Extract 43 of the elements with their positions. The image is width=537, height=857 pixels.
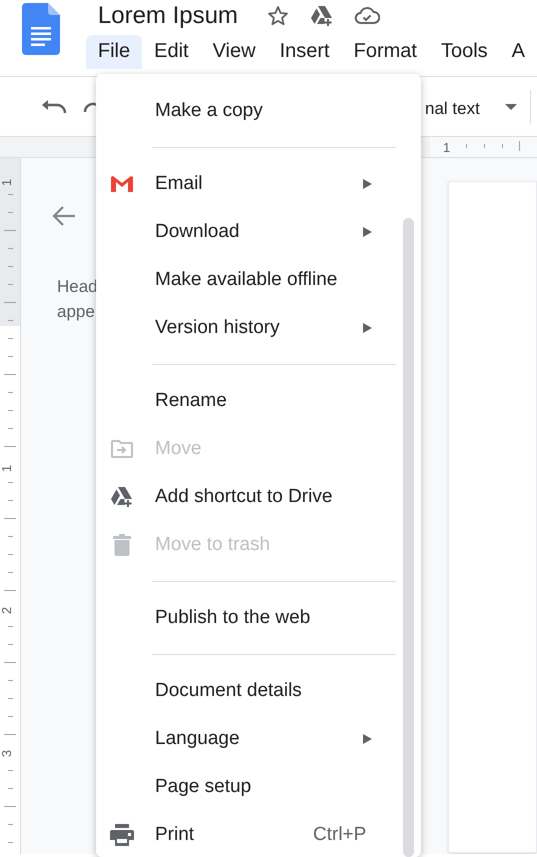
menu-item[interactable]: Page setup [96, 763, 421, 811]
folder-move-icon [110, 440, 132, 458]
cloud-check-icon[interactable] [354, 6, 380, 26]
trash-icon [112, 534, 130, 556]
menu-tab[interactable]: Format [342, 35, 429, 69]
drive-add-icon[interactable] [310, 5, 334, 27]
undo-icon[interactable] [41, 100, 67, 114]
menu-item[interactable]: Document details [96, 667, 421, 715]
menu-item[interactable]: Download [96, 208, 421, 256]
drive-add-icon [110, 486, 134, 508]
outline-text: appe [57, 301, 95, 323]
menu-item[interactable]: Publish to the web [96, 594, 421, 642]
menu-tab[interactable]: View [200, 35, 268, 69]
ruler-number: 1 [0, 464, 14, 472]
document-title[interactable]: Lorem Ipsum [98, 1, 238, 31]
redo-icon[interactable] [83, 100, 97, 114]
ruler-number: 1 [0, 178, 14, 186]
star-icon[interactable] [266, 4, 290, 28]
dropdown-caret-icon[interactable] [505, 104, 517, 110]
menu-item[interactable]: Make a copy [96, 87, 421, 135]
menu-tab[interactable]: Edit [142, 35, 201, 69]
shortcut-text: Ctrl+P [313, 822, 366, 847]
ruler-number: 2 [0, 606, 14, 614]
menu-tab[interactable]: A [500, 35, 537, 69]
scrollbar[interactable] [403, 218, 414, 857]
menu-item[interactable]: Add shortcut to Drive [96, 473, 421, 521]
mail-icon [110, 175, 134, 193]
menu-tab[interactable]: Tools [428, 35, 500, 69]
menu-item[interactable]: Rename [96, 377, 421, 425]
docs-logo-icon[interactable] [22, 3, 60, 55]
menu-tab[interactable]: File [86, 35, 142, 69]
back-arrow-icon[interactable] [51, 205, 77, 227]
menu-item[interactable]: Version history [96, 304, 421, 352]
ruler-number: 1 [443, 139, 450, 157]
menu-item[interactable]: Make available offline [96, 256, 421, 304]
menu-item[interactable]: Language [96, 715, 421, 763]
paragraph-style-dropdown[interactable]: nal text [425, 96, 480, 122]
menu-tab[interactable]: Insert [268, 35, 342, 69]
ruler-number: 3 [0, 750, 14, 758]
menu-item[interactable]: Print Ctrl+P [96, 811, 421, 857]
menu-item[interactable]: Email [96, 160, 421, 208]
print-icon [110, 824, 134, 846]
outline-text: Head [57, 276, 98, 298]
